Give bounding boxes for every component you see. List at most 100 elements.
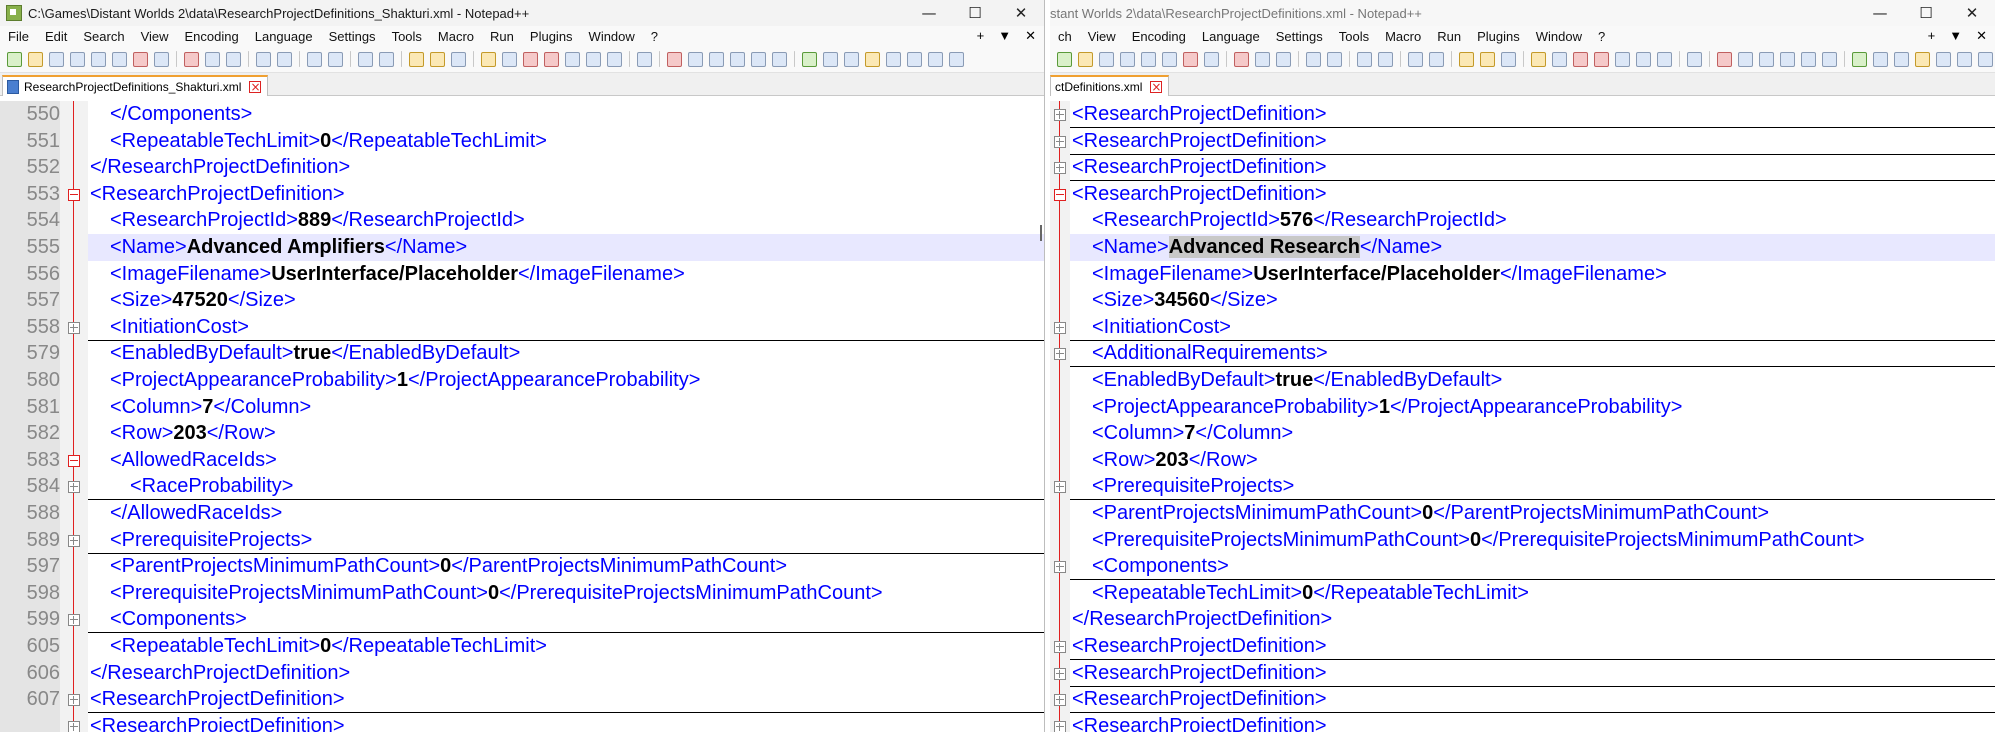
toolbar-button-icon[interactable] bbox=[1957, 51, 1972, 67]
code-line[interactable]: <ResearchProjectDefinition> bbox=[1050, 686, 1995, 714]
toolbar-button-icon[interactable] bbox=[1936, 51, 1951, 67]
menu-item[interactable]: Macro bbox=[1377, 29, 1429, 44]
code-line[interactable]: 558 <InitiationCost> bbox=[0, 313, 1044, 341]
code-line[interactable]: <InitiationCost> bbox=[1050, 313, 1995, 341]
menu-item[interactable]: Macro bbox=[430, 29, 482, 44]
code-line[interactable]: <AdditionalRequirements> bbox=[1050, 340, 1995, 368]
toolbar-button-icon[interactable] bbox=[307, 51, 322, 67]
toolbar-button-icon[interactable] bbox=[409, 51, 424, 67]
menu-item[interactable]: Plugins bbox=[522, 29, 581, 44]
code-line[interactable]: <ResearchProjectDefinition> bbox=[0, 712, 1044, 732]
tab-active-file[interactable]: ResearchProjectDefinitions_Shakturi.xml … bbox=[2, 75, 269, 96]
toolbar-button-icon[interactable] bbox=[1915, 51, 1930, 67]
toolbar-button-icon[interactable] bbox=[358, 51, 373, 67]
code-line[interactable]: 556 <ImageFilename>UserInterface/Placehol… bbox=[0, 260, 1044, 288]
toolbar-button-icon[interactable] bbox=[502, 51, 517, 67]
code-line[interactable]: 581 <Column>7</Column> bbox=[0, 393, 1044, 421]
code-line[interactable]: <PrerequisiteProjects> bbox=[1050, 473, 1995, 501]
code-line[interactable]: 557 <Size>47520</Size> bbox=[0, 287, 1044, 315]
code-line[interactable]: 552 </ResearchProjectDefinition> bbox=[0, 154, 1044, 182]
code-line[interactable]: 598 <PrerequisiteProjectsMinimumPathCount… bbox=[0, 579, 1044, 607]
menu-item[interactable]: Window bbox=[1528, 29, 1590, 44]
toolbar-button-icon[interactable] bbox=[1234, 51, 1249, 67]
toolbar-button-icon[interactable] bbox=[256, 51, 271, 67]
menu-item[interactable]: File bbox=[0, 29, 37, 44]
code-line[interactable]: <Row>203</Row> bbox=[1050, 446, 1995, 474]
toolbar-button-icon[interactable] bbox=[451, 51, 466, 67]
menu-item[interactable]: Settings bbox=[321, 29, 384, 44]
toolbar-button-icon[interactable] bbox=[1687, 51, 1702, 67]
expand-fold-icon[interactable] bbox=[1054, 321, 1066, 334]
menu-item[interactable]: ch bbox=[1050, 29, 1080, 44]
code-line[interactable]: 550 </Components> bbox=[0, 101, 1044, 128]
toolbar-button-icon[interactable] bbox=[1141, 51, 1156, 67]
toolbar-button-icon[interactable] bbox=[730, 51, 745, 67]
code-editor[interactable]: <ResearchProjectDefinition> <ResearchProj… bbox=[1050, 101, 1995, 732]
menu-item[interactable]: Encoding bbox=[177, 29, 247, 44]
new-tab-button[interactable]: + bbox=[977, 26, 985, 46]
expand-fold-icon[interactable] bbox=[1054, 667, 1066, 680]
tab-active-file[interactable]: ctDefinitions.xml × bbox=[1050, 75, 1170, 96]
toolbar-button-icon[interactable] bbox=[1120, 51, 1135, 67]
tab-close-icon[interactable]: × bbox=[249, 80, 262, 93]
toolbar-button-icon[interactable] bbox=[1738, 51, 1753, 67]
code-line[interactable]: <ResearchProjectDefinition> bbox=[1050, 712, 1995, 732]
toolbar-button-icon[interactable] bbox=[1894, 51, 1909, 67]
code-line[interactable]: <ResearchProjectDefinition> bbox=[1050, 659, 1995, 687]
code-line[interactable]: <Column>7</Column> bbox=[1050, 420, 1995, 448]
toolbar-button-icon[interactable] bbox=[949, 51, 964, 67]
menu-item[interactable]: Run bbox=[482, 29, 522, 44]
toolbar-button-icon[interactable] bbox=[1459, 51, 1474, 67]
code-line[interactable]: 605 <RepeatableTechLimit>0</RepeatableTec… bbox=[0, 633, 1044, 660]
toolbar-button-icon[interactable] bbox=[1717, 51, 1732, 67]
code-line[interactable]: 582 <Row>203</Row> bbox=[0, 420, 1044, 448]
code-line[interactable]: <ResearchProjectId>576</ResearchProjectI… bbox=[1050, 207, 1995, 235]
tab-close-icon[interactable]: × bbox=[1150, 80, 1163, 93]
code-line[interactable]: 555 <Name>Advanced Amplifiers</Name> bbox=[0, 234, 1044, 261]
toolbar-button-icon[interactable] bbox=[523, 51, 538, 67]
code-line[interactable]: 607 <ResearchProjectDefinition> bbox=[0, 686, 1044, 714]
close-button[interactable]: ✕ bbox=[998, 0, 1044, 26]
code-line[interactable]: <Size>34560</Size> bbox=[1050, 287, 1995, 315]
toolbar-button-icon[interactable] bbox=[112, 51, 127, 67]
toolbar-button-icon[interactable] bbox=[544, 51, 559, 67]
toolbar-button-icon[interactable] bbox=[1306, 51, 1321, 67]
toolbar-button-icon[interactable] bbox=[886, 51, 901, 67]
toolbar-button-icon[interactable] bbox=[1873, 51, 1888, 67]
toolbar-button-icon[interactable] bbox=[1573, 51, 1588, 67]
close-doc-button[interactable]: ✕ bbox=[1976, 26, 1987, 46]
code-line[interactable]: <ProjectAppearanceProbability>1</Project… bbox=[1050, 393, 1995, 421]
toolbar-button-icon[interactable] bbox=[1480, 51, 1495, 67]
toolbar-button-icon[interactable] bbox=[1852, 51, 1867, 67]
new-tab-button[interactable]: + bbox=[1928, 26, 1936, 46]
code-editor[interactable]: 550 </Components> 551 <RepeatableTechLimit>… bbox=[0, 101, 1044, 732]
maximize-button[interactable]: ☐ bbox=[952, 0, 998, 26]
toolbar-button-icon[interactable] bbox=[28, 51, 43, 67]
menu-item[interactable]: Settings bbox=[1268, 29, 1331, 44]
collapse-fold-icon[interactable] bbox=[1054, 188, 1066, 201]
code-line[interactable]: 584 <RaceProbability> bbox=[0, 473, 1044, 501]
code-line[interactable]: <ResearchProjectDefinition> bbox=[1050, 101, 1995, 128]
expand-fold-icon[interactable] bbox=[68, 481, 80, 494]
toolbar-button-icon[interactable] bbox=[430, 51, 445, 67]
toolbar-button-icon[interactable] bbox=[226, 51, 241, 67]
expand-fold-icon[interactable] bbox=[1054, 135, 1066, 148]
toolbar-button-icon[interactable] bbox=[1162, 51, 1177, 67]
code-line[interactable]: <ResearchProjectDefinition> bbox=[1050, 154, 1995, 182]
toolbar-button-icon[interactable] bbox=[184, 51, 199, 67]
toolbar-button-icon[interactable] bbox=[70, 51, 85, 67]
expand-fold-icon[interactable] bbox=[68, 694, 80, 707]
toolbar-button-icon[interactable] bbox=[1099, 51, 1114, 67]
toolbar-button-icon[interactable] bbox=[154, 51, 169, 67]
toolbar-button-icon[interactable] bbox=[1657, 51, 1672, 67]
expand-fold-icon[interactable] bbox=[68, 534, 80, 547]
minimize-button[interactable]: — bbox=[1857, 0, 1903, 26]
toolbar-button-icon[interactable] bbox=[586, 51, 601, 67]
code-line[interactable]: 580 <ProjectAppearanceProbability>1</Proj… bbox=[0, 367, 1044, 394]
code-line[interactable]: <ParentProjectsMinimumPathCount>0</Paren… bbox=[1050, 500, 1995, 527]
close-button[interactable]: ✕ bbox=[1949, 0, 1995, 26]
toolbar-button-icon[interactable] bbox=[1594, 51, 1609, 67]
toolbar-button-icon[interactable] bbox=[907, 51, 922, 67]
tab-list-dropdown-icon[interactable]: ▼ bbox=[998, 26, 1011, 46]
menu-item[interactable]: Tools bbox=[384, 29, 430, 44]
